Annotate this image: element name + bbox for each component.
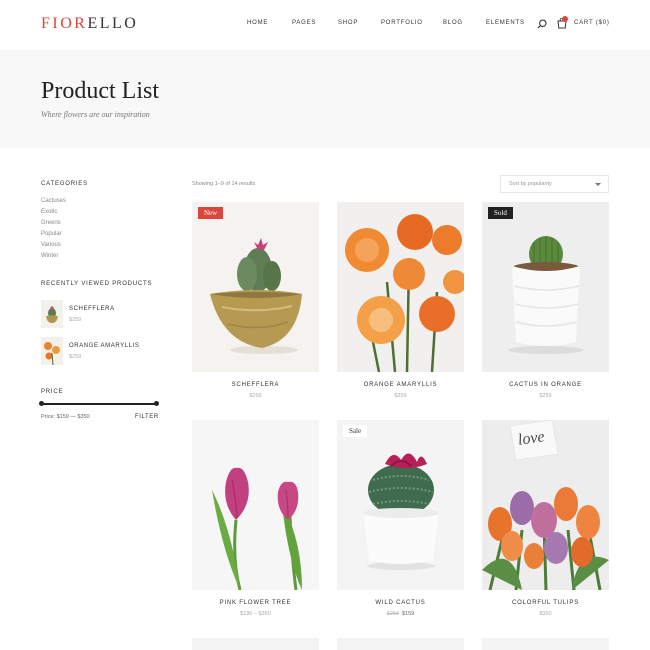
product-price: $350 [539,611,552,617]
category-link[interactable]: Winter [41,253,58,259]
recent-product-thumb[interactable] [41,337,63,365]
category-link[interactable]: Various [41,242,61,248]
product-image[interactable] [192,420,319,590]
recent-product-thumb[interactable] [41,300,63,328]
product-price: $259 [539,393,552,399]
recent-product-name[interactable]: SCHEFFLERA [69,306,115,312]
price-slider-min-handle[interactable] [39,401,44,406]
product-image-peek[interactable] [192,638,319,650]
product-name[interactable]: COLORFUL TULIPS [482,600,609,606]
product-price: $259 [249,393,262,399]
product-image[interactable] [337,202,464,372]
category-link[interactable]: Popular [41,231,62,237]
main-nav: HOME PAGES SHOP PORTFOLIO BLOG ELEMENTS [0,20,650,32]
love-card-text: love [516,428,546,449]
page-title: Product List [41,78,159,104]
page-subtitle: Where flowers are our inspiration [41,110,150,119]
price-heading: PRICE [41,389,64,395]
product-name[interactable]: PINK FLOWER TREE [192,600,319,606]
recent-product-price: $259 [69,317,82,323]
categories-heading: CATEGORIES [41,181,88,187]
sale-price: $159 [402,611,415,617]
sort-select-value: Sort by popularity [509,181,552,187]
price-range-text: Price: $159 — $350 [41,414,90,420]
filter-button[interactable]: FILTER [135,414,159,420]
category-link[interactable]: Greens [41,220,61,226]
product-image[interactable]: Sold [482,202,609,372]
nav-portfolio[interactable]: PORTFOLIO [381,20,423,26]
sold-badge: Sold [488,207,513,219]
site-header: FIORELLO HOME PAGES SHOP PORTFOLIO BLOG … [0,0,650,50]
cart-link[interactable]: CART ($0) [574,20,610,26]
pink-tulips-image [192,420,319,590]
product-name[interactable]: CACTUS IN ORANGE [482,382,609,388]
product-image-peek[interactable] [482,638,609,650]
cart-count-badge [562,16,568,22]
product-image-peek[interactable] [337,638,464,650]
price-slider-max-handle[interactable] [154,401,159,406]
product-image[interactable]: New [192,202,319,372]
nav-home[interactable]: HOME [247,20,268,26]
nav-blog[interactable]: BLOG [443,20,463,26]
sale-badge: Sale [343,425,368,437]
new-badge: New [198,207,224,219]
cactus-white-pot-image [482,202,609,372]
product-image[interactable]: Sale [337,420,464,590]
product-price: $259 [394,393,407,399]
category-link[interactable]: Cactuses [41,198,66,204]
orange-flowers-thumb-image [41,337,63,365]
recent-product-price: $259 [69,354,82,360]
sort-select[interactable]: Sort by popularity [500,175,609,193]
recent-product-name[interactable]: ORANGE AMARYLLIS [69,343,140,349]
product-price: $180 – $350 [240,611,271,617]
results-count: Showing 1–9 of 14 results [192,181,256,187]
brass-pot-cactus-image [192,202,319,372]
price-slider-track[interactable] [41,403,157,405]
potted-cactus-thumb-image [41,300,63,328]
nav-shop[interactable]: SHOP [338,20,358,26]
old-price: $259 [386,611,399,617]
product-price: $259 $159 [337,611,464,617]
product-name[interactable]: ORANGE AMARYLLIS [337,382,464,388]
product-name[interactable]: WILD CACTUS [337,600,464,606]
nav-elements[interactable]: ELEMENTS [486,20,525,26]
orange-roses-image [337,202,464,372]
product-name[interactable]: SCHEFFLERA [192,382,319,388]
search-icon[interactable] [537,19,547,29]
flowering-cactus-image [337,420,464,590]
category-link[interactable]: Exotic [41,209,57,215]
product-image[interactable]: love [482,420,609,590]
chevron-down-icon [595,183,601,186]
recently-viewed-heading: RECENTLY VIEWED PRODUCTS [41,281,153,287]
nav-pages[interactable]: PAGES [292,20,316,26]
